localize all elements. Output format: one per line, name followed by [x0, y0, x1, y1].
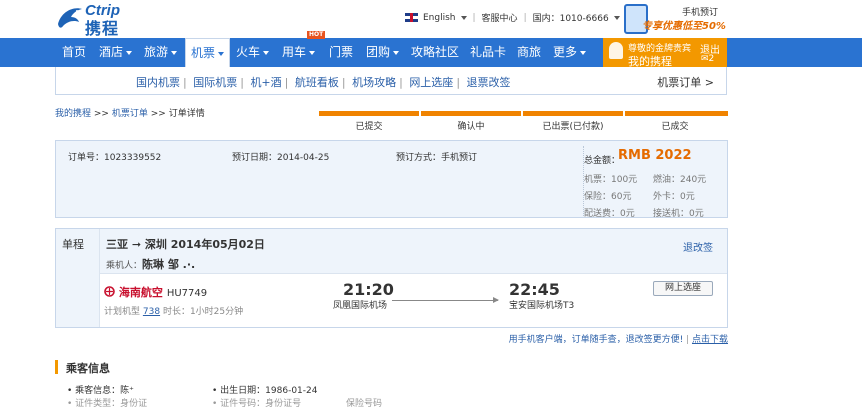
- refund-change-link[interactable]: 退改签: [683, 239, 713, 254]
- flight-number: HU7749: [166, 288, 208, 299]
- passenger-id-number: • 证件号码：身份证号: [212, 399, 302, 409]
- total-label: 总金额：: [584, 156, 621, 166]
- service-center-link[interactable]: 客服中心: [482, 11, 518, 24]
- progress-step-bar: [319, 111, 419, 116]
- nav-business[interactable]: 商旅: [517, 38, 541, 67]
- trip-type: 单程: [62, 238, 84, 251]
- top-links: English | 客服中心 | 国内：1010-6666: [405, 11, 620, 24]
- download-link[interactable]: 点击下载: [692, 335, 728, 345]
- chevron-down-icon: [126, 50, 133, 55]
- my-ctrip-panel[interactable]: 尊敬的金牌贵宾 我的携程 退出 ✉2: [603, 38, 727, 68]
- hotline: 国内：1010-6666: [532, 14, 609, 24]
- departure-time: 21:20: [343, 280, 394, 299]
- dolphin-icon: [58, 8, 82, 28]
- flight-duration: 时长：1小时25分钟: [162, 307, 244, 317]
- fee-foreign-card: 外卡：0元: [653, 192, 695, 202]
- nav-trains[interactable]: 火车: [236, 38, 270, 67]
- hainan-airlines-logo-icon: [104, 286, 115, 297]
- app-promo: 用手机客户端，订单随手查，退改签更方便! | 点击下载: [508, 335, 728, 345]
- chevron-down-icon: [580, 50, 587, 55]
- airline-name: 海南航空 HU7749: [104, 284, 207, 300]
- subnav-airport-guide[interactable]: 机场攻略: [352, 76, 396, 89]
- flight-arrow-icon: [392, 297, 499, 303]
- arrival-time: 22:45: [509, 280, 560, 299]
- nav-giftcard[interactable]: 礼品卡: [470, 38, 506, 67]
- uk-flag-icon: [405, 13, 418, 22]
- passenger-names: 陈琳 邹 .·.: [142, 258, 196, 271]
- breadcrumb-flight-orders[interactable]: 机票订单: [112, 109, 148, 119]
- booking-method: 预订方式：手机预订: [396, 153, 478, 163]
- route-date: 三亚 ➞ 深圳 2014年05月02日: [106, 238, 265, 251]
- fee-fuel: 燃油：240元: [653, 175, 707, 185]
- arrival-airport: 宝安国际机场T3: [509, 301, 575, 311]
- total-amount-panel: 总金额： RMB 2022 机票：100元 燃油：240元 保险：60元 外卡：…: [583, 146, 727, 219]
- nav-cars[interactable]: 用车: [282, 38, 316, 67]
- trip-type-column: 单程: [56, 229, 100, 327]
- chevron-down-icon: [171, 50, 178, 55]
- subnav-online-seat[interactable]: 网上选座: [409, 76, 453, 89]
- chevron-down-icon: [613, 15, 620, 20]
- mobile-discount: 专享优惠低至50%: [642, 21, 726, 32]
- subnav-refund[interactable]: 退票改签: [467, 76, 511, 89]
- fee-ticket: 机票：100元: [584, 175, 638, 185]
- plane-model-link[interactable]: 738: [143, 307, 160, 317]
- nav-flights[interactable]: 机票: [185, 38, 231, 68]
- booking-date: 预订日期：2014-04-25: [232, 153, 330, 163]
- nav-travel[interactable]: 旅游: [144, 38, 178, 67]
- fee-transfer: 接送机：0元: [653, 209, 704, 219]
- breadcrumb-my-ctrip[interactable]: 我的携程: [55, 109, 91, 119]
- flight-orders-link[interactable]: 机票订单 >: [657, 74, 714, 90]
- passenger-name: • 乘客信息：陈⁺: [67, 386, 134, 396]
- order-number: 订单号：1023339552: [68, 153, 162, 163]
- app-promo-text[interactable]: 用手机客户端，订单随手查，退改签更方便!: [509, 335, 684, 345]
- hot-badge: HOT: [307, 31, 326, 39]
- top-bar: Ctrip 携程 English | 客服中心 | 国内：1010-6666 手…: [0, 0, 862, 38]
- order-summary: 订单号：1023339552 预订日期：2014-04-25 预订方式：手机预订…: [55, 140, 728, 219]
- nav-groupbuy[interactable]: 团购: [366, 38, 400, 67]
- chevron-down-icon: [309, 50, 316, 55]
- passenger-id-type: • 证件类型：身份证: [67, 399, 148, 409]
- plane-info: 计划机型 738 时长：1小时25分钟: [104, 307, 244, 317]
- subnav-flight-hotel[interactable]: 机+酒: [250, 76, 281, 89]
- departure-airport: 凤凰国际机场: [333, 301, 388, 311]
- messages-link[interactable]: ✉2: [701, 54, 714, 64]
- breadcrumb: 我的携程 >> 机票订单 >> 订单详情: [55, 109, 205, 119]
- progress-step-bar: [625, 111, 728, 116]
- step-confirming: 确认中: [457, 122, 485, 132]
- main-nav: 首页 酒店 旅游 机票 火车 用车 门票 团购 攻略社区 礼品卡 商旅 更多 H…: [0, 31, 862, 68]
- total-value: RMB 2022: [618, 148, 692, 163]
- chevron-down-icon: [460, 15, 467, 20]
- mobile-promo[interactable]: 手机预订 专享优惠低至50%: [622, 3, 727, 35]
- sub-nav: 国内机票 | 国际机票 | 机+酒 | 航班看板 | 机场攻略 | 网上选座 | 退票改签 …: [55, 67, 727, 95]
- flight-header: 三亚 ➞ 深圳 2014年05月02日 乘机人：陈琳 邹 .·. 退改签: [100, 229, 727, 274]
- nav-hotel[interactable]: 酒店: [99, 38, 133, 67]
- subnav-international[interactable]: 国际机票: [193, 76, 237, 89]
- nav-home[interactable]: 首页: [62, 38, 86, 67]
- nav-more[interactable]: 更多: [553, 38, 587, 67]
- chevron-down-icon: [393, 50, 400, 55]
- ctrip-logo[interactable]: Ctrip 携程: [55, 2, 137, 38]
- passenger-section-title: 乘客信息: [55, 360, 110, 375]
- passenger-insurance: 保险号码: [346, 399, 383, 409]
- subnav-flight-board[interactable]: 航班看板: [295, 76, 339, 89]
- chevron-down-icon: [263, 50, 270, 55]
- progress-step-bar: [421, 111, 521, 116]
- step-submitted: 已提交: [355, 122, 383, 132]
- passenger-birth: • 出生日期：1986-01-24: [212, 386, 318, 396]
- step-completed: 已成交: [661, 122, 689, 132]
- breadcrumb-current: 订单详情: [168, 109, 205, 119]
- user-avatar-icon: [609, 42, 623, 59]
- language-link[interactable]: English: [423, 13, 456, 23]
- logo-cn: 携程: [85, 19, 120, 38]
- nav-tickets[interactable]: 门票: [329, 38, 353, 67]
- chevron-down-icon: [218, 51, 225, 56]
- passenger-line: 乘机人：陈琳 邹 .·.: [106, 258, 196, 271]
- online-seat-button[interactable]: 网上选座: [653, 281, 713, 296]
- nav-community[interactable]: 攻略社区: [411, 38, 459, 67]
- subnav-domestic[interactable]: 国内机票: [136, 76, 180, 89]
- progress-step-bar: [523, 111, 623, 116]
- fee-insurance: 保险：60元: [584, 192, 632, 202]
- fee-delivery: 配送费：0元: [584, 209, 635, 219]
- step-ticketed: 已出票(已付款): [542, 122, 604, 132]
